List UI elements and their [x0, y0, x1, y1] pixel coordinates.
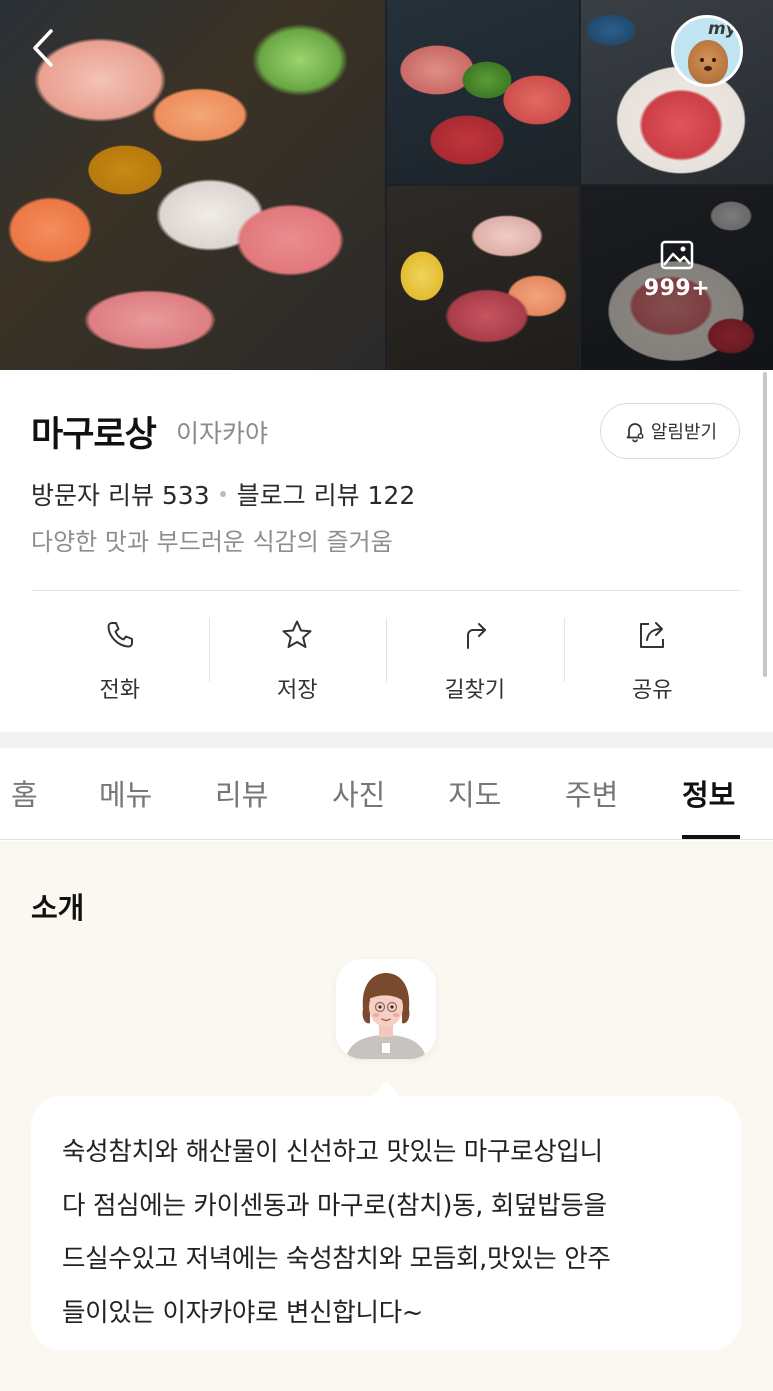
visitor-review-count[interactable]: 방문자 리뷰 533: [31, 476, 210, 512]
scrollbar[interactable]: [763, 372, 767, 677]
intro-line: 들이있는 이자카야로 변신합니다~: [62, 1297, 423, 1328]
tab-nearby[interactable]: 주변: [565, 772, 618, 814]
alarm-button-label: 알림받기: [650, 422, 718, 443]
section-gap: [0, 732, 773, 748]
dog-avatar-image: [688, 40, 728, 84]
review-counts: 방문자 리뷰 533 블로그 리뷰 122: [31, 476, 415, 512]
tab-menu[interactable]: 메뉴: [99, 772, 152, 814]
divider: [31, 590, 741, 591]
separator-dot: [219, 491, 226, 497]
save-button[interactable]: 저장: [208, 614, 387, 710]
alarm-button[interactable]: 알림받기: [600, 403, 740, 459]
speech-bubble-tail: [372, 1081, 400, 1097]
blog-review-count[interactable]: 블로그 리뷰 122: [237, 476, 416, 512]
place-info: 마구로상 이자카야 알림받기 방문자 리뷰 533 블로그 리뷰 122 다양한…: [0, 370, 773, 732]
place-name: 마구로상: [31, 415, 157, 455]
call-button[interactable]: 전화: [31, 614, 209, 710]
photo-thumbnail-1[interactable]: [387, 0, 579, 184]
share-icon: [640, 622, 665, 648]
photo-thumbnail-2[interactable]: [581, 0, 773, 184]
action-bar: 전화 저장 길찾기 공유: [31, 614, 741, 710]
call-label: 전화: [99, 678, 140, 703]
tab-reviews[interactable]: 리뷰: [215, 772, 268, 814]
intro-line: 숙성참치와 해산물이 신선하고 맛있는 마구로상입니: [62, 1137, 603, 1167]
place-category: 이자카야: [176, 419, 269, 448]
tab-home[interactable]: 홈: [11, 772, 38, 814]
image-icon: [660, 240, 694, 270]
phone-icon: [107, 622, 133, 648]
share-button[interactable]: 공유: [563, 614, 742, 710]
intro-line: 드실수있고 저녁에는 숙성참치와 모듬회,맛있는 안주: [62, 1244, 611, 1274]
person-avatar-icon: [336, 959, 436, 1059]
directions-label: 길찾기: [444, 678, 506, 703]
intro-title: 소개: [31, 891, 85, 925]
share-label: 공유: [632, 678, 673, 703]
save-label: 저장: [277, 678, 318, 703]
intro-section: 소개 숙성참치와 해산물이 신선하고 맛있는 마구로상입니 다 점심에는 카이센…: [0, 841, 773, 1391]
star-icon: [282, 620, 312, 648]
photo-count: 999+: [643, 276, 711, 301]
tab-map[interactable]: 지도: [448, 772, 501, 814]
photo-count-overlay[interactable]: 999+: [581, 240, 773, 301]
tab-bar: 홈 메뉴 리뷰 사진 지도 주변 정보: [0, 748, 773, 840]
back-arrow-icon: [33, 29, 53, 67]
back-button[interactable]: [24, 26, 64, 70]
intro-line: 다 점심에는 카이센동과 마구로(참치)동, 회덮밥등을: [62, 1190, 607, 1221]
photo-gallery[interactable]: my 999+: [0, 0, 773, 370]
bell-icon: [626, 423, 644, 443]
tab-info[interactable]: 정보: [682, 772, 735, 814]
photo-thumbnail-3[interactable]: [387, 186, 579, 370]
directions-button[interactable]: 길찾기: [386, 614, 564, 710]
tab-photos[interactable]: 사진: [332, 772, 385, 814]
my-profile-avatar[interactable]: my: [671, 15, 743, 87]
intro-text: 숙성참치와 해산물이 신선하고 맛있는 마구로상입니 다 점심에는 카이센동과 …: [62, 1126, 713, 1340]
active-tab-indicator: [682, 835, 740, 839]
intro-speech-bubble: 숙성참치와 해산물이 신선하고 맛있는 마구로상입니 다 점심에는 카이센동과 …: [31, 1096, 741, 1350]
my-badge: my: [708, 19, 737, 39]
owner-avatar: [336, 959, 436, 1059]
place-tagline: 다양한 맛과 부드러운 식감의 즐거움: [31, 528, 393, 556]
directions-icon: [466, 623, 486, 649]
